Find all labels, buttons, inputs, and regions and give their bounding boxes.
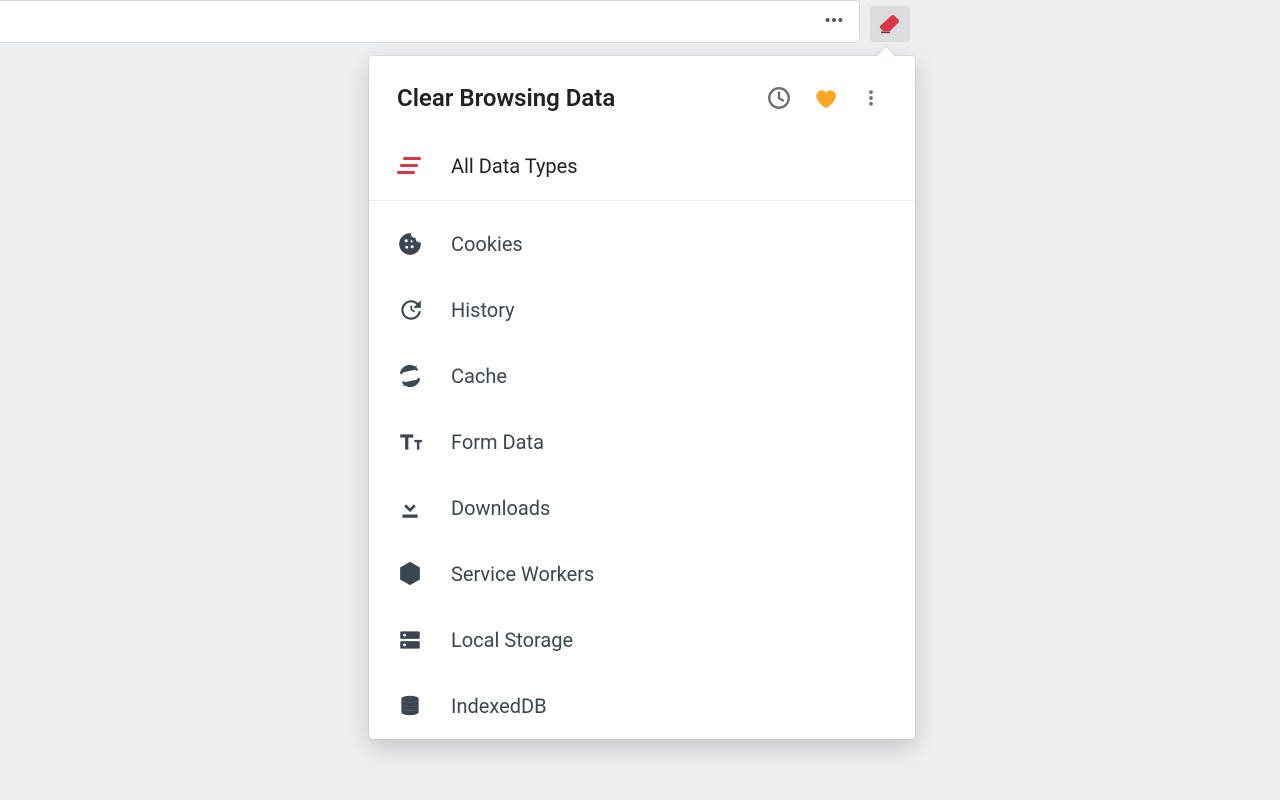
item-label: Local Storage xyxy=(451,628,573,652)
item-cache[interactable]: Cache xyxy=(369,343,915,409)
all-lines-icon xyxy=(397,157,421,175)
item-label: Service Workers xyxy=(451,562,594,586)
clock-icon xyxy=(766,85,792,111)
item-localstorage[interactable]: Local Storage xyxy=(369,607,915,673)
address-bar[interactable] xyxy=(0,0,860,43)
item-label: Downloads xyxy=(451,496,550,520)
cookie-icon xyxy=(397,231,423,257)
download-icon xyxy=(397,495,423,521)
popup-title: Clear Browsing Data xyxy=(397,84,753,112)
popup-header: Clear Browsing Data xyxy=(369,56,915,140)
overflow-icon[interactable] xyxy=(823,9,845,35)
cache-icon xyxy=(397,363,423,389)
database-icon xyxy=(397,693,423,719)
hexagon-icon xyxy=(397,561,423,587)
clear-data-popup: Clear Browsing Data All Data Types xyxy=(369,56,915,739)
item-label: IndexedDB xyxy=(451,694,547,718)
item-serviceworkers[interactable]: Service Workers xyxy=(369,541,915,607)
all-data-types-label: All Data Types xyxy=(451,154,578,178)
data-type-list: Cookies History Cache xyxy=(369,201,915,739)
item-indexeddb[interactable]: IndexedDB xyxy=(369,673,915,739)
item-label: Form Data xyxy=(451,430,544,454)
extension-button[interactable] xyxy=(870,6,910,42)
item-label: Cookies xyxy=(451,232,523,256)
item-formdata[interactable]: Form Data xyxy=(369,409,915,475)
favorite-button[interactable] xyxy=(805,78,845,118)
storage-icon xyxy=(397,627,423,653)
all-data-types-row[interactable]: All Data Types xyxy=(369,140,915,201)
eraser-icon xyxy=(878,12,902,36)
item-label: Cache xyxy=(451,364,507,388)
text-icon xyxy=(397,429,423,455)
heart-icon xyxy=(812,85,838,111)
more-vertical-icon xyxy=(861,88,881,108)
item-label: History xyxy=(451,298,515,322)
history-icon xyxy=(397,297,423,323)
clock-button[interactable] xyxy=(759,78,799,118)
more-button[interactable] xyxy=(851,78,891,118)
item-cookies[interactable]: Cookies xyxy=(369,211,915,277)
item-history[interactable]: History xyxy=(369,277,915,343)
item-downloads[interactable]: Downloads xyxy=(369,475,915,541)
